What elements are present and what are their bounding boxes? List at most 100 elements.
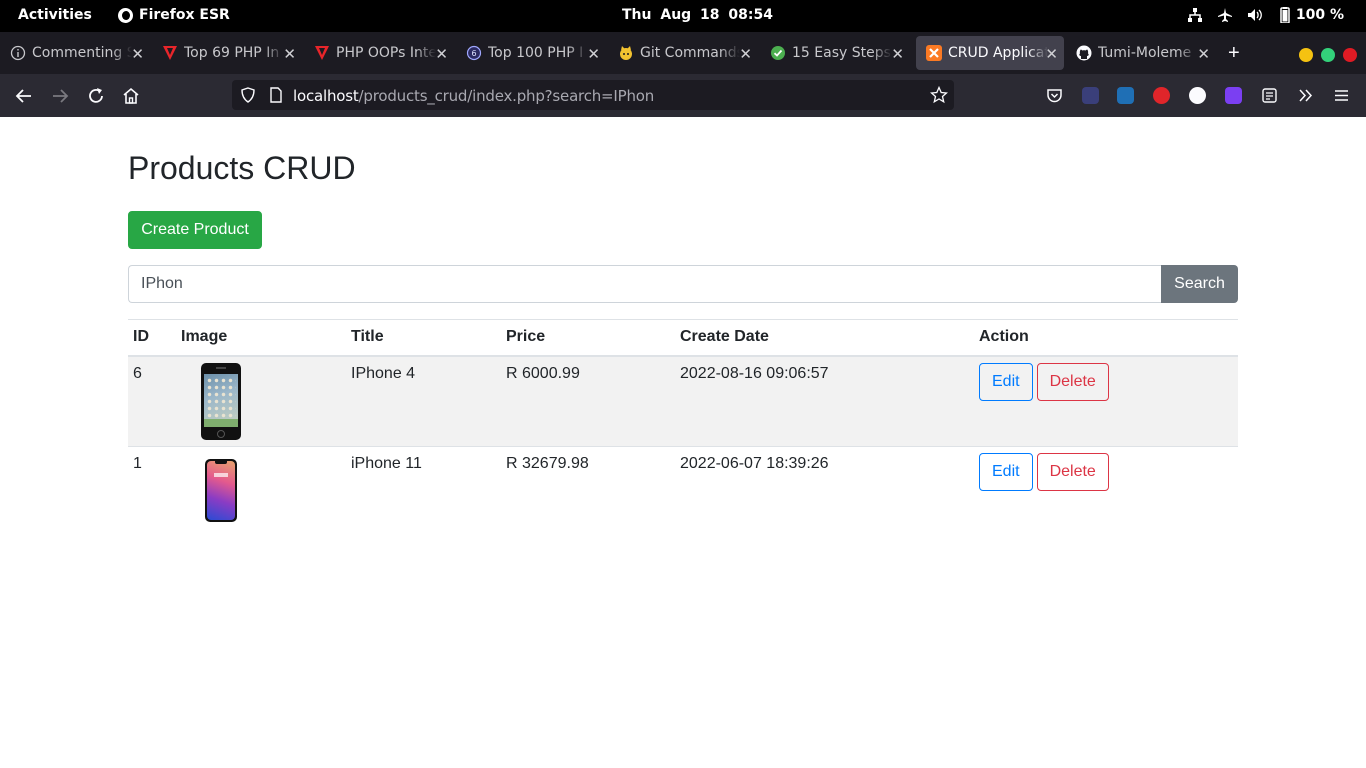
- product-image-iphone-11: [205, 459, 237, 522]
- tab-tumi-moleme[interactable]: Tumi-Moleme ✕: [1066, 36, 1216, 70]
- cell-create-date: 2022-06-07 18:39:26: [675, 446, 974, 538]
- firefox-icon: [118, 7, 133, 23]
- app-menu[interactable]: Firefox ESR: [118, 7, 230, 23]
- cell-title: IPhone 4: [346, 355, 501, 447]
- github-icon: [1076, 45, 1092, 61]
- reload-icon[interactable]: [86, 86, 106, 106]
- cell-title: iPhone 11: [346, 446, 501, 538]
- shield-icon[interactable]: [240, 87, 256, 103]
- search-input[interactable]: [128, 265, 1162, 303]
- tab-title: Top 69 PHP In: [184, 45, 280, 61]
- dark-reader-icon[interactable]: [1189, 87, 1206, 104]
- activities-button[interactable]: Activities: [18, 7, 92, 23]
- minimize-button[interactable]: [1299, 48, 1313, 62]
- edit-button[interactable]: Edit: [979, 362, 1033, 401]
- tab-title: Tumi-Moleme: [1098, 45, 1192, 61]
- red-v-icon: [163, 46, 177, 60]
- cell-actions: Edit Delete: [974, 355, 1238, 447]
- back-arrow-icon[interactable]: [14, 86, 34, 106]
- blue-circle-icon: 6: [466, 45, 482, 61]
- column-header-title: Title: [346, 319, 501, 357]
- tab-top-100-php[interactable]: 6 Top 100 PHP I ✕: [456, 36, 606, 70]
- table-row: 6 IPhone 4 R 6000.99 2022-08-16 09:06:57…: [128, 355, 1238, 447]
- bookmark-star-icon[interactable]: [930, 86, 948, 104]
- svg-text:6: 6: [471, 49, 476, 58]
- overflow-chevron-icon[interactable]: [1297, 87, 1314, 104]
- ublock-icon[interactable]: [1153, 87, 1170, 104]
- battery-icon: [1280, 7, 1290, 23]
- navigation-toolbar: localhost/products_crud/index.php?search…: [0, 74, 1366, 117]
- delete-button[interactable]: Delete: [1036, 362, 1109, 401]
- tab-top-69-php[interactable]: Top 69 PHP In ✕: [152, 36, 302, 70]
- url-text: localhost/products_crud/index.php?search…: [293, 87, 654, 105]
- page-icon[interactable]: [268, 87, 284, 103]
- tab-php-oops[interactable]: PHP OOPs Inte ✕: [304, 36, 454, 70]
- octocat-yellow-icon: [620, 46, 632, 60]
- create-product-button[interactable]: Create Product: [128, 211, 262, 249]
- reader-view-icon[interactable]: [1261, 87, 1278, 104]
- hamburger-menu-icon[interactable]: [1333, 87, 1350, 104]
- green-check-icon: [771, 46, 785, 60]
- cell-image: [176, 355, 346, 447]
- tab-title: 15 Easy Steps: [792, 45, 891, 61]
- cell-create-date: 2022-08-16 09:06:57: [675, 355, 974, 447]
- tab-commenting[interactable]: Commenting S ✕: [0, 36, 150, 70]
- cell-price: R 6000.99: [501, 355, 675, 447]
- product-image-iphone-4: [201, 362, 241, 440]
- edit-button[interactable]: Edit: [979, 453, 1033, 491]
- xampp-icon: [926, 45, 942, 61]
- close-icon[interactable]: ✕: [1045, 45, 1058, 63]
- cell-image: [176, 446, 346, 538]
- forward-arrow-icon[interactable]: [50, 86, 70, 106]
- tab-title: Top 100 PHP I: [488, 45, 584, 61]
- system-tray[interactable]: 100 %: [1187, 7, 1344, 23]
- maximize-button[interactable]: [1321, 48, 1335, 62]
- delete-button[interactable]: Delete: [1036, 453, 1109, 491]
- battery-percent: 100 %: [1295, 7, 1344, 23]
- new-tab-button[interactable]: +: [1228, 42, 1240, 65]
- table-header-row: ID Image Title Price Create Date Action: [128, 319, 1238, 357]
- close-icon[interactable]: ✕: [131, 45, 144, 63]
- tab-title: Git Commands: [640, 45, 740, 61]
- home-icon[interactable]: [121, 86, 141, 106]
- extension-puzzle-icon[interactable]: [1117, 87, 1134, 104]
- pocket-icon[interactable]: [1046, 87, 1063, 104]
- cell-price: R 32679.98: [501, 446, 675, 538]
- app-name: Firefox ESR: [139, 7, 230, 23]
- tab-crud-application[interactable]: CRUD Applicat ✕: [916, 36, 1064, 70]
- url-host: localhost: [293, 87, 359, 105]
- products-table: ID Image Title Price Create Date Action …: [128, 319, 1238, 538]
- close-icon[interactable]: ✕: [587, 45, 600, 63]
- url-path: /products_crud/index.php?search=IPhon: [358, 87, 655, 105]
- column-header-id: ID: [128, 319, 176, 357]
- cell-actions: Edit Delete: [974, 446, 1238, 538]
- url-bar[interactable]: localhost/products_crud/index.php?search…: [232, 80, 954, 110]
- column-header-create-date: Create Date: [675, 319, 974, 357]
- clock[interactable]: Thu Aug 18 08:54: [622, 7, 773, 23]
- close-icon[interactable]: ✕: [283, 45, 296, 63]
- tab-title: PHP OOPs Inte: [336, 45, 436, 61]
- info-icon: [10, 45, 26, 61]
- cell-id: 1: [128, 446, 176, 538]
- tab-git-commands[interactable]: Git Commands ✕: [608, 36, 758, 70]
- table-row: 1 iPhone 11 R 32679.98 2022-06-07 18:39:…: [128, 446, 1238, 538]
- system-top-bar: Activities Firefox ESR Thu Aug 18 08:54 …: [0, 0, 1366, 32]
- extension-blue-icon[interactable]: [1082, 87, 1099, 104]
- close-icon[interactable]: ✕: [435, 45, 448, 63]
- close-icon[interactable]: ✕: [1197, 45, 1210, 63]
- column-header-image: Image: [176, 319, 346, 357]
- extension-purple-icon[interactable]: [1225, 87, 1242, 104]
- close-icon[interactable]: ✕: [739, 45, 752, 63]
- tab-15-easy-steps[interactable]: 15 Easy Steps ✕: [760, 36, 910, 70]
- volume-icon: [1247, 9, 1262, 21]
- tab-title: Commenting S: [32, 45, 132, 61]
- cell-id: 6: [128, 355, 176, 447]
- tab-strip: Commenting S ✕ Top 69 PHP In ✕ PHP OOPs …: [0, 32, 1366, 74]
- search-button[interactable]: Search: [1161, 265, 1238, 303]
- page-title: Products CRUD: [128, 150, 356, 186]
- close-icon[interactable]: ✕: [891, 45, 904, 63]
- airplane-mode-icon: [1217, 8, 1232, 22]
- close-window-button[interactable]: [1343, 48, 1357, 62]
- column-header-price: Price: [501, 319, 675, 357]
- network-icon: [1187, 8, 1202, 22]
